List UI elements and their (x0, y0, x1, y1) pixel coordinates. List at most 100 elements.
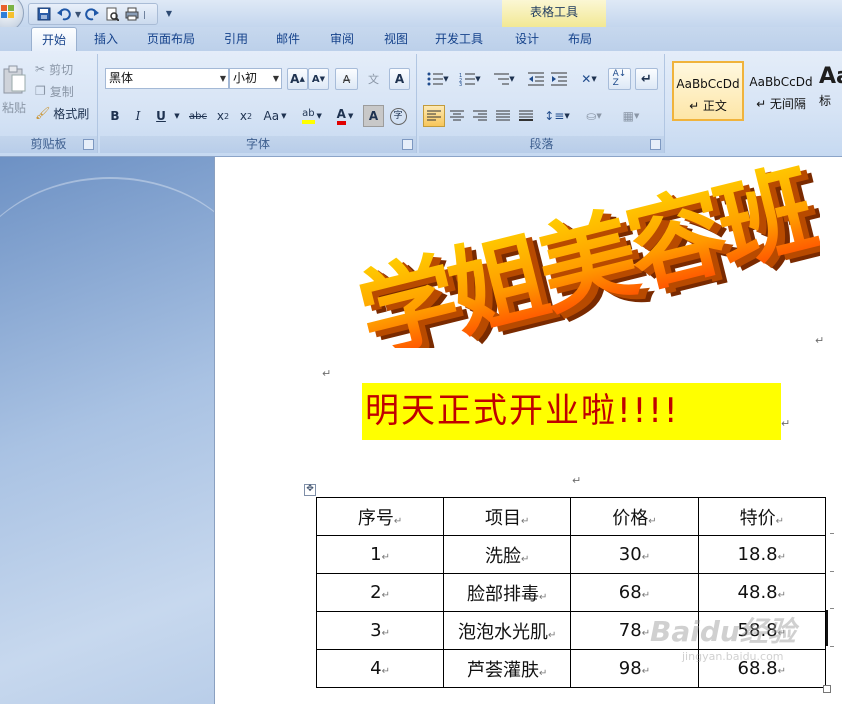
style-no-spacing[interactable]: AaBbCcDd ↵ 无间隔 (745, 61, 817, 121)
underline-dropdown-icon[interactable]: ▼ (172, 105, 182, 127)
font-size-select[interactable]: 小初 ▼ (229, 68, 282, 89)
align-center-button[interactable] (446, 105, 468, 127)
tab-insert[interactable]: 插入 (86, 27, 126, 51)
clipboard-group: 粘贴 ✂ 剪切 ❐ 复制 🖌 格式刷 剪贴板 (0, 54, 98, 153)
paragraph-dialog-launcher[interactable] (650, 139, 661, 150)
wordart-title[interactable]: 学姐美容班 学姐美容班 学姐美容班 (340, 158, 820, 348)
redo-icon[interactable] (83, 6, 101, 22)
table-resize-handle-icon[interactable] (823, 685, 831, 693)
copy-button[interactable]: ❐ 复制 (34, 80, 90, 102)
cut-label: 剪切 (49, 62, 74, 77)
tab-design[interactable]: 设计 (507, 27, 547, 51)
enclose-characters-icon: 字 (389, 107, 407, 125)
table-move-handle-icon[interactable]: ✥ (304, 484, 316, 496)
copy-label: 复制 (49, 84, 74, 99)
customize-qat-icon[interactable]: ▼ (160, 5, 178, 21)
justify-button[interactable] (492, 105, 514, 127)
row-end-mark (830, 608, 834, 609)
headline-text[interactable]: 明天正式开业啦!!!! (362, 383, 781, 440)
underline-button[interactable]: U (150, 105, 172, 127)
increase-indent-button[interactable] (548, 68, 570, 90)
strikethrough-button[interactable]: abc (185, 105, 211, 127)
svg-text:3: 3 (459, 82, 462, 86)
change-case-label: Aa (263, 109, 280, 123)
paragraph-mark: ↵ (572, 474, 582, 487)
numbering-button[interactable]: 1 2 3 ▼ (455, 68, 485, 90)
paste-button[interactable]: 粘贴 (0, 58, 28, 122)
distributed-button[interactable] (515, 105, 537, 127)
font-dialog-launcher[interactable] (402, 139, 413, 150)
sort-button[interactable]: A↓ Z (608, 68, 631, 90)
cut-button[interactable]: ✂ 剪切 (34, 58, 90, 80)
watermark-url: jingyan.baidu.com (682, 650, 784, 663)
tab-layout[interactable]: 布局 (560, 27, 600, 51)
table-cell[interactable]: 68↵ (570, 573, 699, 612)
style-name: ↵ 正文 (689, 99, 727, 113)
subscript-button[interactable]: x2 (212, 105, 234, 127)
tab-mailings[interactable]: 邮件 (268, 27, 308, 51)
table-cell[interactable]: 18.8↵ (697, 535, 827, 574)
tab-page-layout[interactable]: 页面布局 (140, 27, 202, 51)
undo-dropdown-icon[interactable]: ▼ (75, 10, 83, 19)
table-cell[interactable]: 1↵ (315, 535, 445, 574)
style-normal[interactable]: AaBbCcDd ↵ 正文 (672, 61, 744, 121)
style-name: 标 (819, 94, 832, 108)
table-header-cell[interactable]: 项目↵ (443, 497, 572, 536)
character-border-button[interactable]: A (389, 68, 410, 90)
table-cell[interactable]: 3↵ (315, 611, 445, 650)
format-painter-button[interactable]: 🖌 格式刷 (34, 102, 94, 124)
paragraph-group-label: 段落 (419, 136, 664, 153)
italic-button[interactable]: I (127, 105, 149, 127)
highlighter-icon: ab (302, 108, 315, 124)
table-cell[interactable]: 4↵ (315, 649, 445, 688)
table-cell[interactable]: 泡泡水光肌↵ (443, 611, 572, 650)
distributed-icon (519, 110, 533, 121)
table-cell[interactable]: 2↵ (315, 573, 445, 612)
font-size-value: 小初 (233, 71, 258, 85)
save-icon[interactable] (35, 6, 53, 22)
tab-developer[interactable]: 开发工具 (428, 27, 490, 51)
borders-button[interactable]: ▦ ▼ (614, 105, 648, 127)
clipboard-dialog-launcher[interactable] (83, 139, 94, 150)
tab-references[interactable]: 引用 (216, 27, 256, 51)
change-case-button[interactable]: Aa ▼ (258, 105, 292, 127)
bold-button[interactable]: B (104, 105, 126, 127)
show-hide-marks-button[interactable]: ↵ (635, 68, 658, 90)
table-cell[interactable]: 芦荟灌肤↵ (443, 649, 572, 688)
multilevel-list-button[interactable]: ▼ (489, 68, 519, 90)
line-spacing-button[interactable]: ↕≡ ▼ (541, 105, 573, 127)
enclose-characters-button[interactable]: 字 (387, 105, 409, 127)
align-left-button[interactable] (423, 105, 445, 127)
character-shading-button[interactable]: A (363, 105, 384, 127)
phonetic-guide-button[interactable]: 文 (362, 68, 385, 90)
table-cell[interactable]: 48.8↵ (697, 573, 827, 612)
align-right-button[interactable] (469, 105, 491, 127)
table-cell[interactable]: 脸部排毒↵ (443, 573, 572, 612)
tab-view[interactable]: 视图 (376, 27, 416, 51)
highlight-button[interactable]: ab ▼ (296, 105, 328, 127)
bullets-button[interactable]: ▼ (423, 68, 453, 90)
table-header-cell[interactable]: 特价↵ (697, 497, 827, 536)
font-color-button[interactable]: A ▼ (330, 105, 360, 127)
clear-formatting-button[interactable]: A̶ (335, 68, 358, 90)
grow-font-button[interactable]: A ▲ (287, 68, 308, 90)
print-icon[interactable] (123, 6, 141, 22)
ribbon-tab-bar: 开始 插入 页面布局 引用 邮件 审阅 视图 开发工具 设计 布局 (0, 27, 842, 53)
shading-button[interactable]: ⛀ ▼ (577, 105, 611, 127)
style-heading-1[interactable]: AaI 标 (819, 61, 842, 121)
table-header-cell[interactable]: 价格↵ (570, 497, 699, 536)
chinese-layout-button[interactable]: ✕ ▼ (574, 68, 604, 90)
tab-home[interactable]: 开始 (31, 27, 77, 53)
decrease-indent-button[interactable] (525, 68, 547, 90)
print-preview-icon[interactable] (103, 6, 121, 22)
table-cell[interactable]: 30↵ (570, 535, 699, 574)
shrink-font-button[interactable]: A ▼ (308, 68, 329, 90)
style-sample: AaI (819, 64, 842, 89)
font-group-label: 字体 (100, 136, 416, 153)
font-name-select[interactable]: 黑体 ▼ (105, 68, 229, 89)
table-header-cell[interactable]: 序号↵ (315, 497, 445, 536)
tab-review[interactable]: 审阅 (322, 27, 362, 51)
superscript-button[interactable]: x2 (235, 105, 257, 127)
undo-icon[interactable] (55, 6, 73, 22)
table-cell[interactable]: 洗脸↵ (443, 535, 572, 574)
